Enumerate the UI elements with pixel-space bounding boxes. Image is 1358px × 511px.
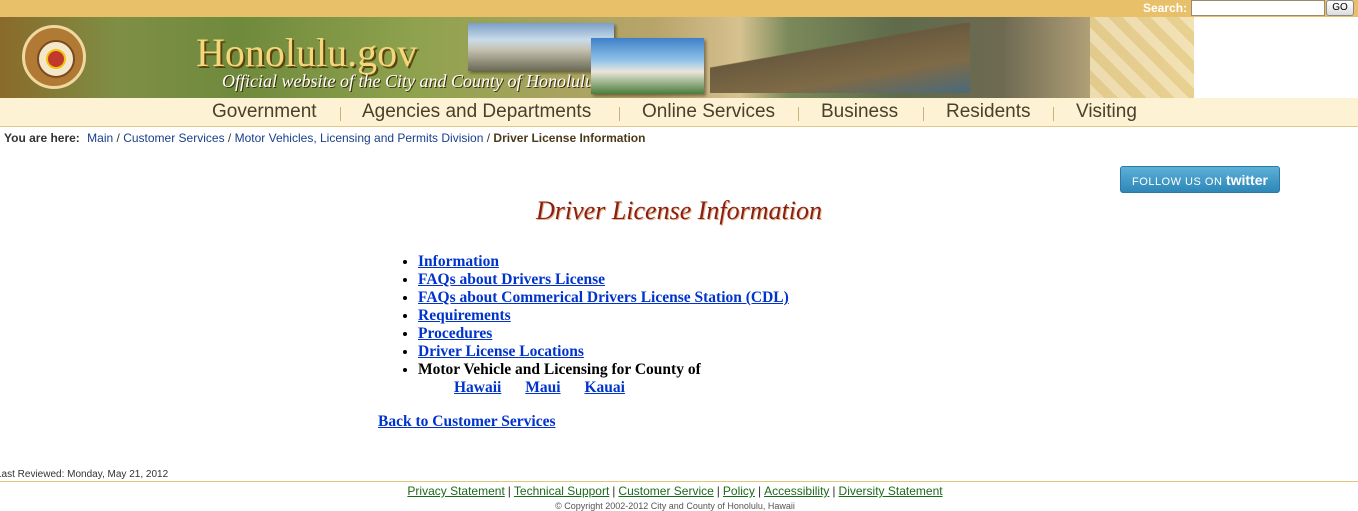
nav-separator bbox=[619, 107, 620, 121]
banner-photo-hale bbox=[591, 38, 704, 94]
twitter-logo-icon: twitter bbox=[1225, 172, 1268, 188]
link-driver-license-locations[interactable]: Driver License Locations bbox=[418, 343, 584, 360]
search-input[interactable] bbox=[1191, 0, 1325, 16]
nav-separator bbox=[798, 107, 799, 121]
county-links: Hawaii Maui Kauai bbox=[454, 379, 645, 397]
nav-item-business[interactable]: Business bbox=[821, 101, 898, 123]
footer-separator: | bbox=[832, 484, 836, 498]
nav-separator bbox=[1053, 107, 1054, 121]
footer-separator: | bbox=[716, 484, 720, 498]
nav-separator bbox=[340, 107, 341, 121]
footer-link-diversity[interactable]: Diversity Statement bbox=[839, 484, 943, 498]
search-go-button[interactable]: GO bbox=[1326, 0, 1354, 16]
link-information[interactable]: Information bbox=[418, 253, 499, 270]
footer-link-technical-support[interactable]: Technical Support bbox=[514, 484, 609, 498]
banner-pattern bbox=[1090, 17, 1194, 98]
main-nav: Government Agencies and Departments Onli… bbox=[0, 98, 1358, 127]
link-requirements[interactable]: Requirements bbox=[418, 307, 511, 324]
footer-separator: | bbox=[612, 484, 616, 498]
city-seal-icon bbox=[22, 25, 86, 89]
link-faqs-cdl[interactable]: FAQs about Commerical Drivers License St… bbox=[418, 289, 789, 306]
follow-twitter-button[interactable]: FOLLOW US ON twitter bbox=[1120, 166, 1280, 193]
footer-divider bbox=[0, 481, 1358, 482]
footer-link-customer-service[interactable]: Customer Service bbox=[618, 484, 713, 498]
footer-separator: | bbox=[507, 484, 511, 498]
list-item: Requirements bbox=[418, 307, 789, 325]
footer-link-policy[interactable]: Policy bbox=[723, 484, 755, 498]
banner-photo-diamond-head bbox=[710, 23, 970, 93]
search-label: Search: bbox=[1143, 1, 1188, 15]
back-to-customer-services-link[interactable]: Back to Customer Services bbox=[378, 413, 556, 431]
list-item: Driver License Locations bbox=[418, 343, 789, 361]
nav-item-agencies[interactable]: Agencies and Departments bbox=[362, 101, 591, 123]
site-banner[interactable]: Honolulu.gov Official website of the Cit… bbox=[0, 17, 1194, 98]
nav-item-online-services[interactable]: Online Services bbox=[642, 101, 775, 123]
link-procedures[interactable]: Procedures bbox=[418, 325, 492, 342]
breadcrumb: You are here: Main / Customer Services /… bbox=[4, 131, 645, 145]
banner-spacer bbox=[1194, 17, 1358, 98]
link-county-hawaii[interactable]: Hawaii bbox=[454, 379, 501, 396]
breadcrumb-prefix: You are here: bbox=[4, 131, 80, 145]
link-county-maui[interactable]: Maui bbox=[525, 379, 560, 396]
link-faqs-drivers-license[interactable]: FAQs about Drivers License bbox=[418, 271, 605, 288]
last-reviewed: Last Reviewed: Monday, May 21, 2012 bbox=[0, 469, 169, 480]
copyright: © Copyright 2002-2012 City and County of… bbox=[555, 501, 795, 511]
breadcrumb-link-customer-services[interactable]: Customer Services bbox=[123, 131, 224, 145]
breadcrumb-separator: / bbox=[486, 131, 491, 145]
nav-item-visiting[interactable]: Visiting bbox=[1076, 101, 1137, 123]
top-search-bar: Search: GO bbox=[0, 0, 1358, 17]
list-item: Information bbox=[418, 253, 789, 271]
twitter-prefix: FOLLOW US ON bbox=[1132, 176, 1223, 188]
nav-separator bbox=[923, 107, 924, 121]
county-heading: Motor Vehicle and Licensing for County o… bbox=[418, 361, 701, 378]
link-county-kauai[interactable]: Kauai bbox=[584, 379, 624, 396]
site-title[interactable]: Honolulu.gov bbox=[196, 29, 417, 76]
list-item: Procedures bbox=[418, 325, 789, 343]
list-item: FAQs about Commerical Drivers License St… bbox=[418, 289, 789, 307]
footer-separator: | bbox=[757, 484, 762, 498]
list-item: FAQs about Drivers License bbox=[418, 271, 789, 289]
breadcrumb-separator: / bbox=[227, 131, 232, 145]
footer-links: Privacy Statement | Technical Support | Cust… bbox=[0, 484, 1350, 498]
breadcrumb-link-main[interactable]: Main bbox=[87, 131, 113, 145]
list-item: Motor Vehicle and Licensing for County o… bbox=[418, 361, 789, 379]
page-title: Driver License Information bbox=[536, 196, 822, 225]
breadcrumb-separator: / bbox=[116, 131, 120, 145]
info-link-list: Information FAQs about Drivers License F… bbox=[400, 253, 789, 379]
breadcrumb-link-motor-vehicles[interactable]: Motor Vehicles, Licensing and Permits Di… bbox=[235, 131, 484, 145]
breadcrumb-current: Driver License Information bbox=[493, 131, 646, 145]
nav-item-government[interactable]: Government bbox=[212, 101, 317, 123]
footer-link-privacy[interactable]: Privacy Statement bbox=[407, 484, 504, 498]
site-subtitle: Official website of the City and County … bbox=[222, 71, 594, 91]
footer-link-accessibility[interactable]: Accessibility bbox=[764, 484, 829, 498]
nav-item-residents[interactable]: Residents bbox=[946, 101, 1031, 123]
